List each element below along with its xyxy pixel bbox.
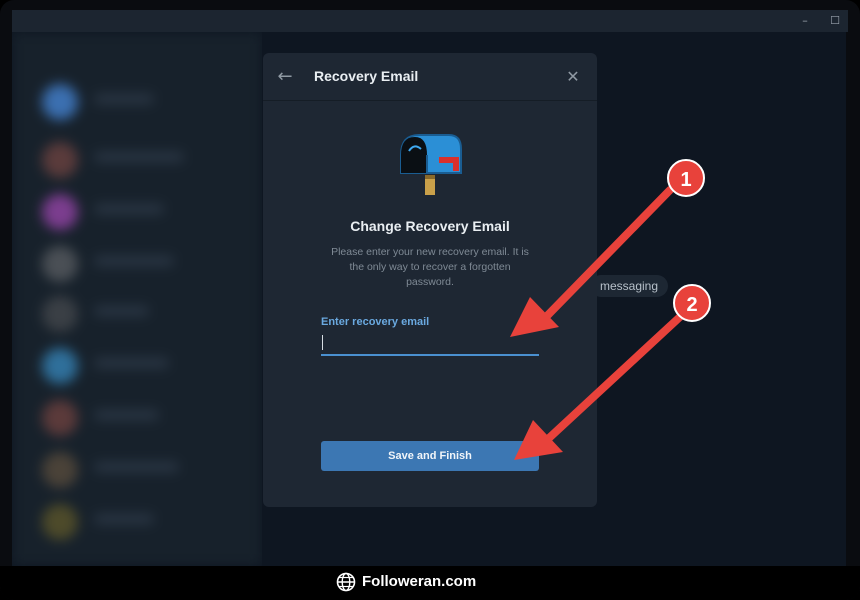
marker-1-label: 1 — [680, 169, 691, 191]
marker-2-label: 2 — [686, 294, 697, 316]
annotation-marker-1: 1 — [667, 159, 705, 197]
annotation-arrow-1 — [510, 186, 674, 337]
globe-icon — [336, 572, 356, 592]
annotation-marker-2: 2 — [673, 284, 711, 322]
screen-frame: – ☐ messaging ← Recovery Email ✕ Change … — [0, 0, 860, 600]
annotation-arrow-2 — [514, 311, 686, 460]
annotation-overlay: 1 2 — [510, 159, 711, 460]
brand-name: Followeran.com — [362, 573, 477, 590]
watermark-footer: Followeran.com — [0, 566, 860, 600]
